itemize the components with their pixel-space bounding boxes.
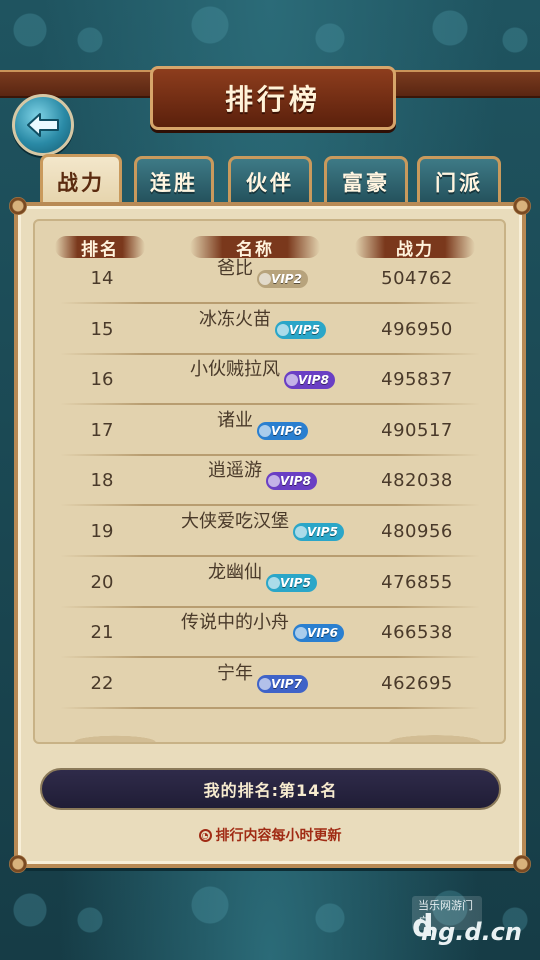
watermark-site: ng.d.cn xyxy=(421,918,522,946)
vip-badge: VIP7 xyxy=(257,674,308,693)
player-name: 冰冻火苗 xyxy=(199,308,272,330)
clock-icon: ◔ xyxy=(198,828,212,842)
table-row[interactable]: 19 大侠爱吃汉堡 VIP5 480956 xyxy=(50,507,490,557)
row-divider xyxy=(60,706,480,709)
rank-cell: 22 xyxy=(90,672,114,694)
rank-cell: 16 xyxy=(90,369,114,391)
power-cell: 482038 xyxy=(381,470,453,492)
watermark: 当乐网游门户 d ng.d.cn xyxy=(412,896,522,946)
name-cell: 诸业 VIP6 xyxy=(150,406,375,456)
power-cell: 462695 xyxy=(381,672,453,694)
table-row[interactable]: 21 传说中的小舟 VIP6 466538 xyxy=(50,608,490,659)
tab-win-streak[interactable]: 连胜 xyxy=(134,156,214,204)
name-cell: 大侠爱吃汉堡 VIP5 xyxy=(150,507,375,557)
table-row[interactable]: 22 宁年 VIP7 462695 xyxy=(50,659,490,709)
power-cell: 504762 xyxy=(381,268,453,289)
rank-cell: 15 xyxy=(90,318,114,340)
tab-sect[interactable]: 门派 xyxy=(417,156,501,204)
rank-cell: 14 xyxy=(90,268,114,289)
table-row[interactable]: 16 小伙贼拉风 VIP8 495837 xyxy=(50,355,490,406)
name-cell: 宁年 VIP7 xyxy=(150,659,375,709)
vip-badge: VIP8 xyxy=(266,472,317,491)
tab-partner[interactable]: 伙伴 xyxy=(228,156,312,204)
vip-badge: VIP6 xyxy=(257,421,308,440)
player-name: 逍遥游 xyxy=(208,460,263,482)
name-cell: 逍遥游 VIP8 xyxy=(150,456,375,506)
back-arrow-icon xyxy=(27,113,59,137)
rank-cell: 19 xyxy=(90,521,114,542)
top-cloud-decoration xyxy=(0,0,540,60)
name-cell: 小伙贼拉风 VIP8 xyxy=(150,355,375,405)
player-name: 宁年 xyxy=(217,662,254,684)
table-row[interactable]: 17 诸业 VIP6 490517 xyxy=(50,406,490,456)
table-row[interactable]: 20 龙幽仙 VIP5 476855 xyxy=(50,558,490,608)
rank-cell: 21 xyxy=(90,622,114,644)
player-name: 传说中的小舟 xyxy=(181,612,290,634)
vip-badge: VIP5 xyxy=(275,320,326,339)
power-cell: 480956 xyxy=(381,521,453,542)
rank-cell: 18 xyxy=(90,470,114,492)
title-plate: 排行榜 xyxy=(150,66,396,130)
name-cell: 爸比 VIP2 xyxy=(150,254,375,304)
panel-corner xyxy=(513,855,531,873)
name-cell: 冰冻火苗 VIP5 xyxy=(150,305,375,355)
vip-badge: VIP8 xyxy=(284,371,335,390)
table-row[interactable]: 18 逍遥游 VIP8 482038 xyxy=(50,456,490,507)
refresh-note: ◔ 排行内容每小时更新 xyxy=(0,824,540,846)
table-row[interactable]: 14 爸比 VIP2 504762 xyxy=(50,254,490,304)
refresh-note-text: 排行内容每小时更新 xyxy=(215,828,342,844)
name-cell: 传说中的小舟 VIP6 xyxy=(150,608,375,658)
power-cell: 490517 xyxy=(381,419,453,441)
power-cell: 495837 xyxy=(381,369,453,391)
vip-badge: VIP6 xyxy=(293,624,344,643)
rank-cell: 17 xyxy=(90,419,114,441)
power-cell: 476855 xyxy=(381,571,453,593)
table-row[interactable]: 15 冰冻火苗 VIP5 496950 xyxy=(50,305,490,355)
power-cell: 496950 xyxy=(381,318,453,340)
name-cell: 龙幽仙 VIP5 xyxy=(150,558,375,608)
player-name: 诸业 xyxy=(217,409,254,431)
tab-power[interactable]: 战力 xyxy=(40,154,122,206)
player-name: 爸比 xyxy=(217,258,254,279)
vip-badge: VIP5 xyxy=(266,573,317,592)
power-cell: 466538 xyxy=(381,622,453,644)
panel-corner xyxy=(513,197,531,215)
my-rank-text: 我的排名:第14名 xyxy=(203,781,338,800)
player-name: 龙幽仙 xyxy=(208,561,263,583)
vip-badge: VIP2 xyxy=(257,270,308,288)
my-rank-bar: 我的排名:第14名 xyxy=(40,768,501,810)
rank-cell: 20 xyxy=(90,571,114,593)
tab-wealth[interactable]: 富豪 xyxy=(324,156,408,204)
panel-corner xyxy=(9,855,27,873)
panel-corner xyxy=(9,197,27,215)
player-name: 大侠爱吃汉堡 xyxy=(181,511,290,532)
back-button[interactable] xyxy=(12,94,74,156)
page-title: 排行榜 xyxy=(224,83,321,116)
vip-badge: VIP5 xyxy=(293,523,344,541)
player-name: 小伙贼拉风 xyxy=(190,359,281,381)
